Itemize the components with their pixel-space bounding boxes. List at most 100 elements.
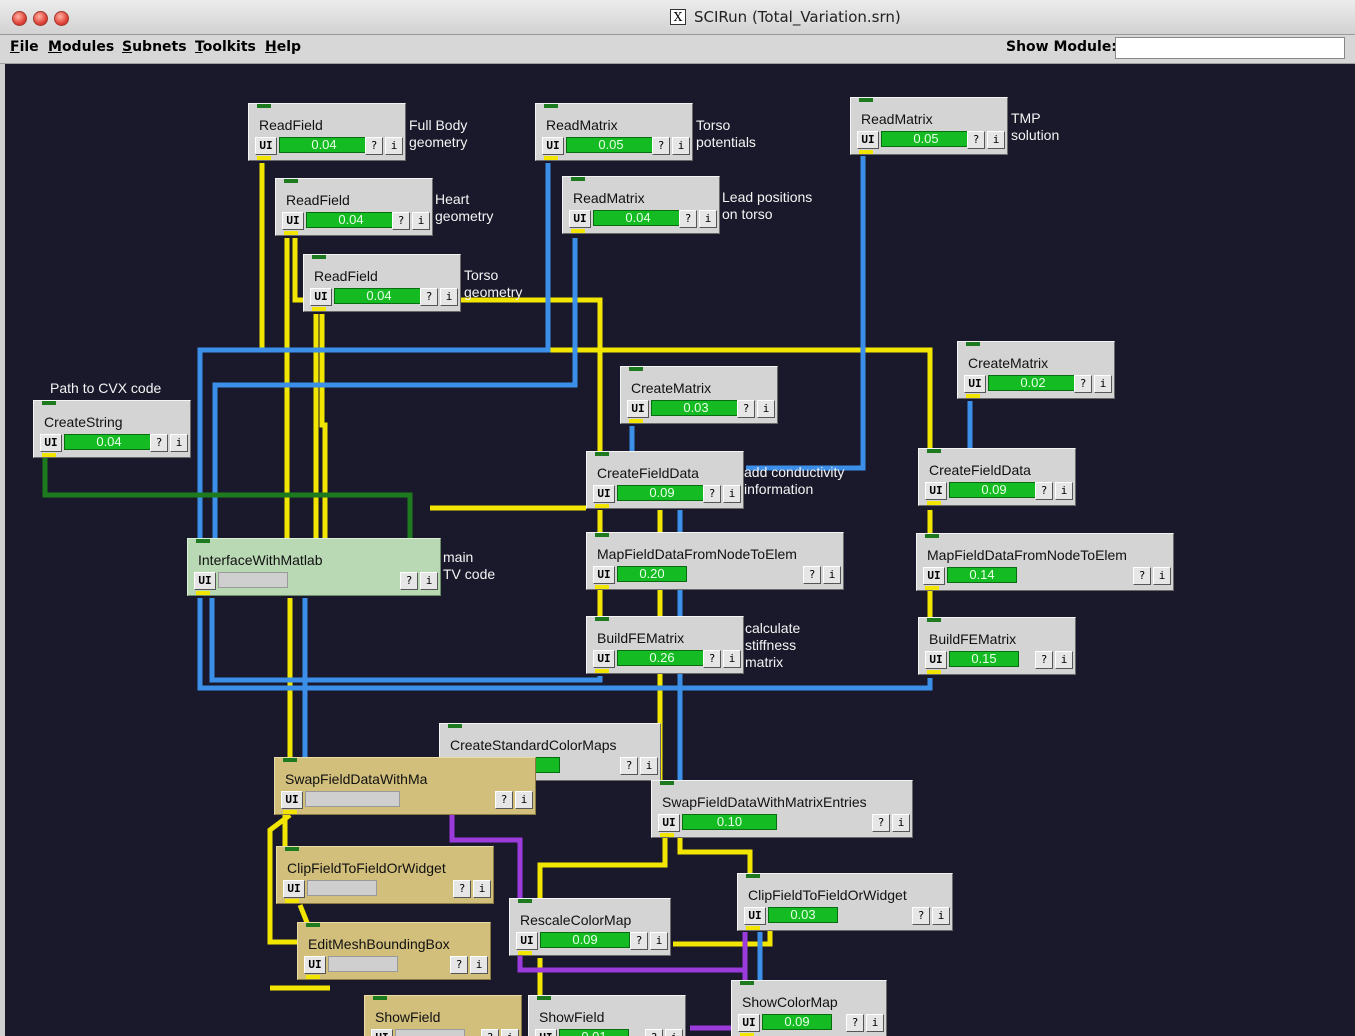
output-port[interactable] [927,501,941,505]
input-port[interactable] [373,996,387,1000]
module-info-button[interactable]: i [440,288,458,306]
module-ui-button[interactable]: UI [194,572,216,590]
input-port[interactable] [859,98,873,102]
output-port[interactable] [42,453,56,457]
module-rescalecolormap[interactable]: RescaleColorMap UI 0.09? i [509,898,671,956]
input-port[interactable] [571,177,585,181]
module-swapfielddatawithmatrixentries[interactable]: SwapFieldDataWithMatrixEntries UI 0.10? i [651,780,913,838]
module-readmatrix[interactable]: ReadMatrix UI 0.04? i [562,176,720,234]
module-help-button[interactable]: ? [912,907,930,925]
module-help-button[interactable]: ? [495,791,513,809]
module-info-button[interactable]: i [501,1029,519,1036]
output-port[interactable] [629,419,643,423]
connection-wire[interactable] [537,836,668,900]
module-buildfematrix[interactable]: BuildFEMatrix UI 0.15? i [918,617,1076,675]
module-help-button[interactable]: ? [392,212,410,230]
module-info-button[interactable]: i [892,814,910,832]
module-help-button[interactable]: ? [1074,375,1092,393]
module-info-button[interactable]: i [932,907,950,925]
output-port[interactable] [196,591,210,595]
network-canvas[interactable]: ReadField UI 0.04? i ReadField UI 0.04? i ReadFi… [5,64,1355,1036]
output-port[interactable] [746,926,760,930]
module-ui-button[interactable]: UI [282,212,304,230]
menu-help[interactable]: Help [265,39,301,55]
module-info-button[interactable]: i [823,566,841,584]
input-port[interactable] [595,617,609,621]
menu-modules[interactable]: Modules [48,39,114,55]
input-port[interactable] [537,996,551,1000]
input-port[interactable] [518,899,532,903]
module-help-button[interactable]: ? [737,400,755,418]
input-port[interactable] [448,724,462,728]
output-port[interactable] [284,231,298,235]
module-info-button[interactable]: i [757,400,775,418]
module-info-button[interactable]: i [412,212,430,230]
input-port[interactable] [196,539,210,543]
input-port[interactable] [927,618,941,622]
menu-subnets[interactable]: Subnets [122,39,187,55]
module-ui-button[interactable]: UI [283,880,305,898]
input-port[interactable] [284,179,298,183]
module-help-button[interactable]: ? [453,880,471,898]
input-port[interactable] [740,981,754,985]
module-showfield[interactable]: ShowField UI?i [364,995,522,1036]
input-port[interactable] [42,401,56,405]
module-help-button[interactable]: ? [846,1014,864,1032]
module-help-button[interactable]: ? [872,814,890,832]
output-port[interactable] [927,670,941,674]
output-port[interactable] [312,307,326,311]
menu-toolkits[interactable]: Toolkits [195,39,256,55]
output-port[interactable] [595,504,609,508]
module-info-button[interactable]: i [1055,651,1073,669]
module-ui-button[interactable]: UI [964,375,986,393]
module-ui-button[interactable]: UI [310,288,332,306]
input-port[interactable] [257,104,271,108]
module-help-button[interactable]: ? [703,485,721,503]
output-port[interactable] [518,951,532,955]
module-mapfielddatafromnodetoelem[interactable]: MapFieldDataFromNodeToElem UI 0.20? i [586,532,844,590]
input-port[interactable] [927,449,941,453]
connection-wire[interactable] [677,836,753,876]
module-clipfieldtofieldorwidget[interactable]: ClipFieldToFieldOrWidget UI 0.03? i [737,873,953,931]
output-port[interactable] [859,150,873,154]
module-help-button[interactable]: ? [645,1029,663,1036]
module-info-button[interactable]: i [473,880,491,898]
module-ui-button[interactable]: UI [304,956,326,974]
input-port[interactable] [283,758,297,762]
module-help-button[interactable]: ? [450,956,468,974]
module-ui-button[interactable]: UI [925,651,947,669]
output-port[interactable] [595,585,609,589]
module-ui-button[interactable]: UI [857,131,879,149]
output-port[interactable] [257,156,271,160]
input-port[interactable] [306,923,320,927]
module-ui-button[interactable]: UI [593,566,615,584]
module-info-button[interactable]: i [987,131,1005,149]
module-help-button[interactable]: ? [967,131,985,149]
module-info-button[interactable]: i [470,956,488,974]
input-port[interactable] [312,255,326,259]
module-creatematrix[interactable]: CreateMatrix UI 0.03? i [620,366,778,424]
module-help-button[interactable]: ? [679,210,697,228]
zoom-window-button[interactable] [54,11,69,26]
module-ui-button[interactable]: UI [371,1029,393,1036]
module-info-button[interactable]: i [1094,375,1112,393]
module-help-button[interactable]: ? [630,932,648,950]
output-port[interactable] [925,586,939,590]
module-info-button[interactable]: i [385,137,403,155]
module-info-button[interactable]: i [1153,567,1171,585]
module-ui-button[interactable]: UI [569,210,591,228]
module-help-button[interactable]: ? [703,650,721,668]
module-ui-button[interactable]: UI [738,1014,760,1032]
module-help-button[interactable]: ? [652,137,670,155]
module-showfield[interactable]: ShowField UI0.01?i [528,995,686,1036]
module-info-button[interactable]: i [650,932,668,950]
module-ui-button[interactable]: UI [593,650,615,668]
input-port[interactable] [595,533,609,537]
module-createfielddata[interactable]: CreateFieldData UI 0.09? i [586,451,744,509]
menu-file[interactable]: File [10,39,39,55]
module-ui-button[interactable]: UI [658,814,680,832]
module-info-button[interactable]: i [640,757,658,775]
input-port[interactable] [595,452,609,456]
module-editmeshboundingbox[interactable]: EditMeshBoundingBox UI? i [297,922,491,980]
module-info-button[interactable]: i [515,791,533,809]
